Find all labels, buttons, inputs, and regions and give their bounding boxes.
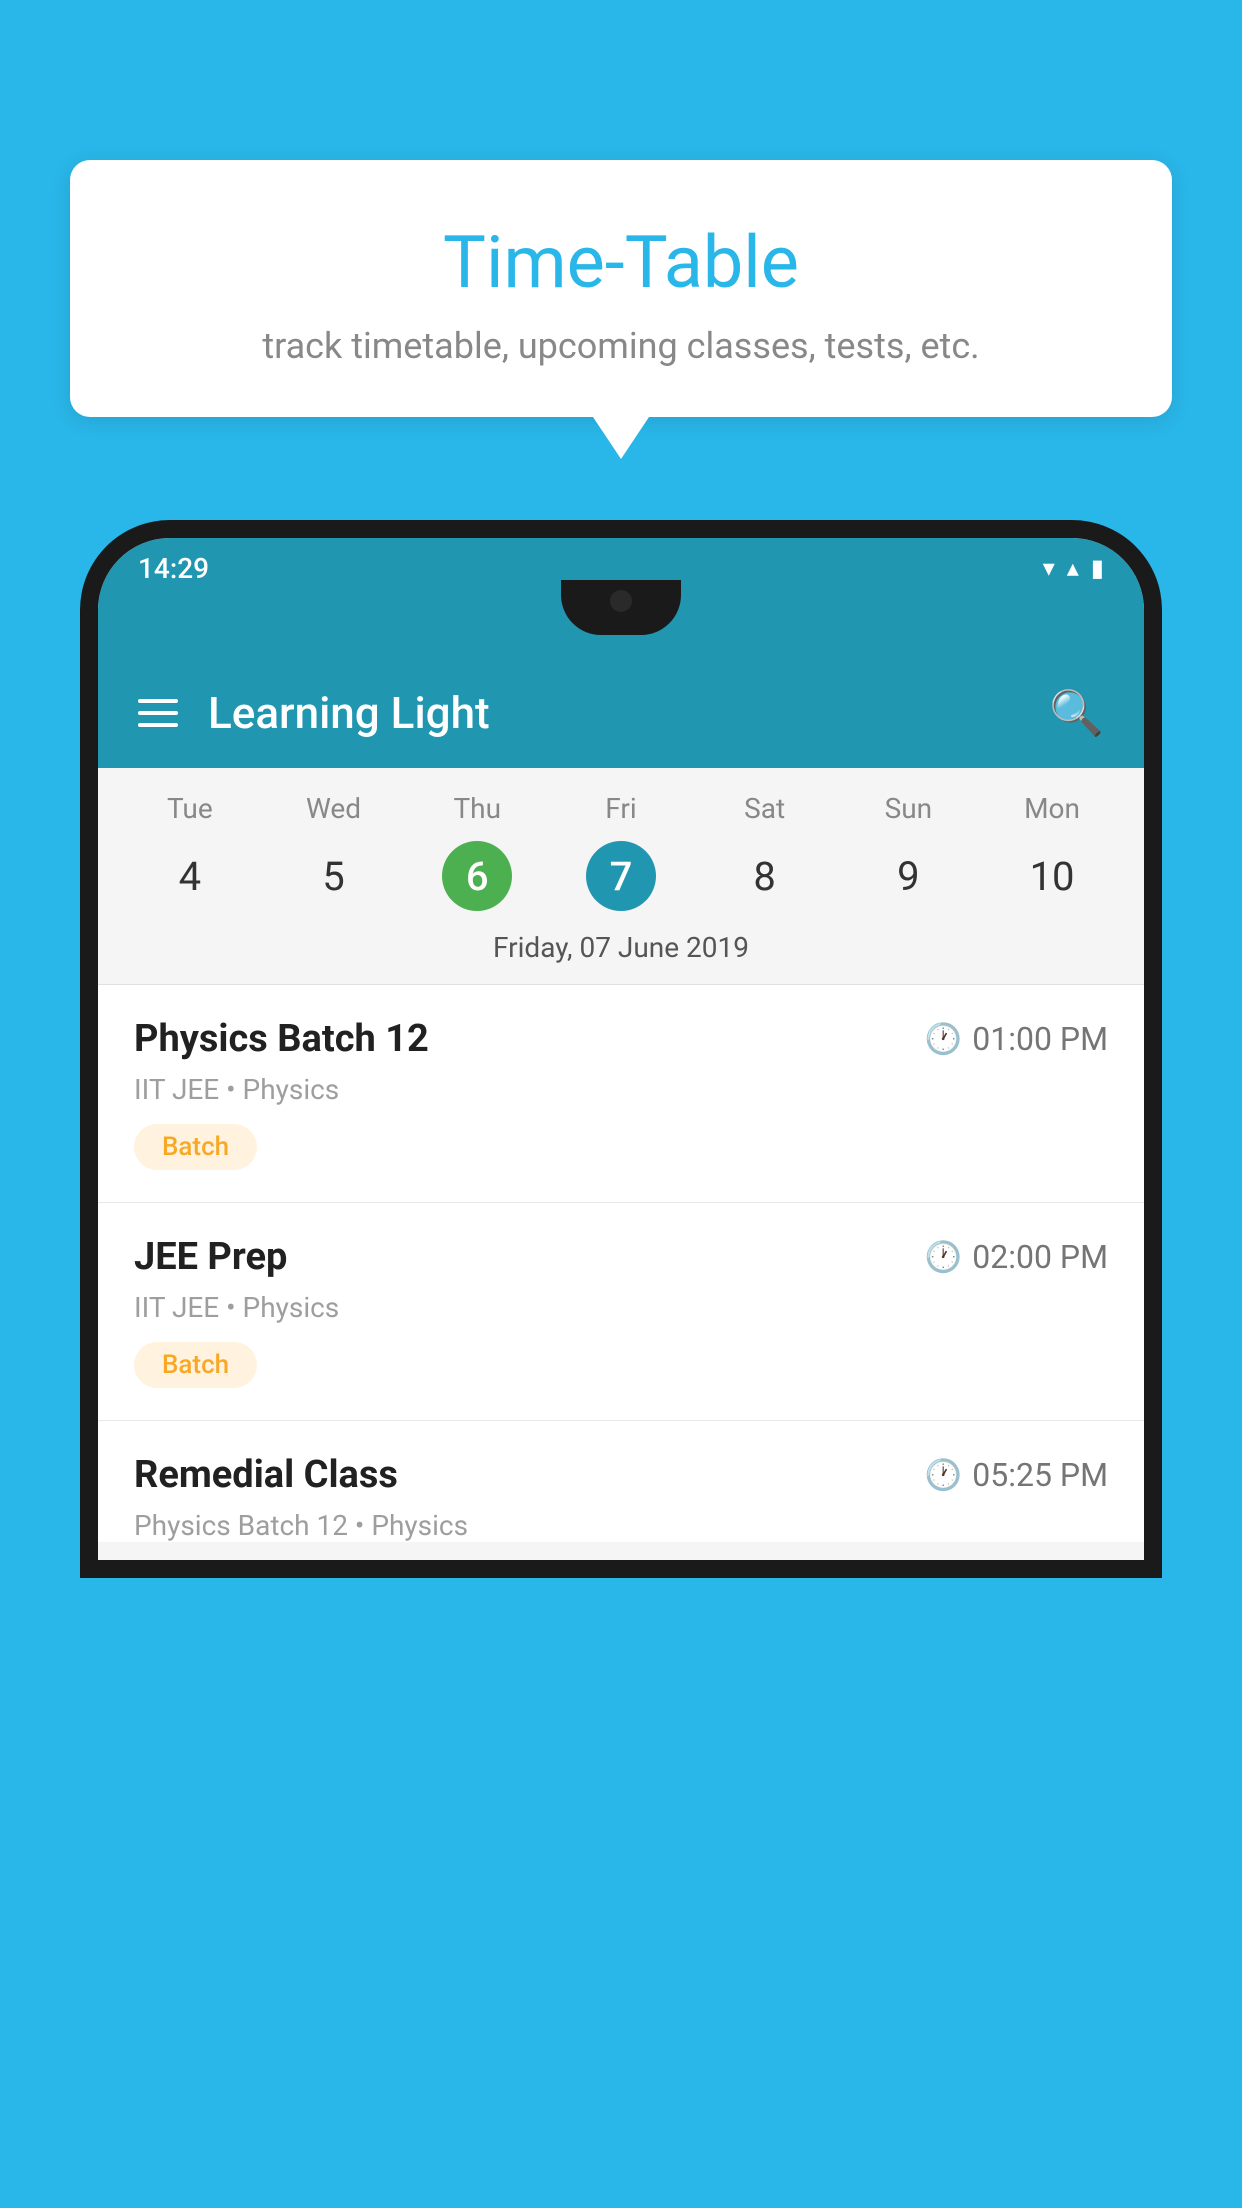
schedule-subtitle: IIT JEE • Physics	[134, 1291, 1108, 1324]
day-name: Tue	[167, 792, 213, 825]
notch-area	[98, 598, 1144, 658]
schedule-item[interactable]: JEE Prep 🕐 02:00 PM IIT JEE • Physics Batch	[98, 1203, 1144, 1421]
batch-badge: Batch	[134, 1342, 257, 1388]
signal-icon: ▴	[1067, 554, 1079, 582]
phone-frame: 14:29 ▾ ▴ ▮ Learning	[80, 520, 1162, 2208]
schedule-item-header: Physics Batch 12 🕐 01:00 PM	[134, 1017, 1108, 1061]
status-time: 14:29	[138, 552, 209, 585]
calendar-day-8[interactable]: Sat 8	[693, 792, 837, 911]
calendar-day-6[interactable]: Thu 6	[405, 792, 549, 911]
day-number[interactable]: 8	[730, 841, 800, 911]
schedule-list: Physics Batch 12 🕐 01:00 PM IIT JEE • Physi…	[98, 985, 1144, 1542]
schedule-time: 🕐 02:00 PM	[925, 1238, 1108, 1276]
schedule-title: JEE Prep	[134, 1235, 287, 1279]
days-header: Tue 4 Wed 5 Thu 6 Fri 7 Sat 8 Sun 9 Mon 10	[98, 792, 1144, 911]
day-number[interactable]: 7	[586, 841, 656, 911]
camera	[610, 590, 632, 612]
day-number[interactable]: 6	[442, 841, 512, 911]
wifi-icon: ▾	[1043, 554, 1055, 582]
calendar-day-7[interactable]: Fri 7	[549, 792, 693, 911]
clock-icon: 🕐	[925, 1240, 962, 1275]
day-number[interactable]: 9	[873, 841, 943, 911]
calendar-day-5[interactable]: Wed 5	[262, 792, 406, 911]
menu-button[interactable]	[138, 699, 178, 727]
schedule-title: Remedial Class	[134, 1453, 398, 1497]
day-name: Thu	[453, 792, 501, 825]
schedule-item[interactable]: Remedial Class 🕐 05:25 PM Physics Batch 12 …	[98, 1421, 1144, 1542]
bubble-subtitle: track timetable, upcoming classes, tests…	[110, 325, 1132, 367]
schedule-item-header: Remedial Class 🕐 05:25 PM	[134, 1453, 1108, 1497]
clock-icon: 🕐	[925, 1458, 962, 1493]
search-icon[interactable]: 🔍	[1049, 687, 1104, 739]
phone-screen: 14:29 ▾ ▴ ▮ Learning	[98, 538, 1144, 1560]
day-name: Wed	[306, 792, 361, 825]
app-bar: Learning Light 🔍	[98, 658, 1144, 768]
schedule-item[interactable]: Physics Batch 12 🕐 01:00 PM IIT JEE • Physi…	[98, 985, 1144, 1203]
calendar-day-4[interactable]: Tue 4	[118, 792, 262, 911]
schedule-subtitle: Physics Batch 12 • Physics	[134, 1509, 1108, 1542]
calendar-day-9[interactable]: Sun 9	[837, 792, 981, 911]
schedule-subtitle: IIT JEE • Physics	[134, 1073, 1108, 1106]
schedule-title: Physics Batch 12	[134, 1017, 429, 1061]
schedule-time-text: 01:00 PM	[972, 1020, 1108, 1058]
batch-badge: Batch	[134, 1124, 257, 1170]
day-number[interactable]: 10	[1017, 841, 1087, 911]
bubble-title: Time-Table	[110, 220, 1132, 305]
calendar-strip: Tue 4 Wed 5 Thu 6 Fri 7 Sat 8 Sun 9 Mon 10 Friday, 07…	[98, 768, 1144, 985]
speech-bubble-container: Time-Table track timetable, upcoming cla…	[70, 160, 1172, 417]
selected-date-label: Friday, 07 June 2019	[98, 911, 1144, 985]
day-number[interactable]: 4	[155, 841, 225, 911]
schedule-time-text: 02:00 PM	[972, 1238, 1108, 1276]
notch	[561, 580, 681, 635]
day-number[interactable]: 5	[299, 841, 369, 911]
calendar-day-10[interactable]: Mon 10	[980, 792, 1124, 911]
day-name: Sat	[744, 792, 785, 825]
schedule-item-header: JEE Prep 🕐 02:00 PM	[134, 1235, 1108, 1279]
schedule-time: 🕐 05:25 PM	[925, 1456, 1108, 1494]
clock-icon: 🕐	[925, 1022, 962, 1057]
day-name: Mon	[1024, 792, 1080, 825]
status-icons: ▾ ▴ ▮	[1043, 554, 1104, 582]
phone-outer: 14:29 ▾ ▴ ▮ Learning	[80, 520, 1162, 1578]
speech-bubble: Time-Table track timetable, upcoming cla…	[70, 160, 1172, 417]
app-title: Learning Light	[208, 687, 1049, 739]
schedule-time-text: 05:25 PM	[972, 1456, 1108, 1494]
battery-icon: ▮	[1091, 554, 1104, 582]
schedule-time: 🕐 01:00 PM	[925, 1020, 1108, 1058]
day-name: Sun	[885, 792, 933, 825]
day-name: Fri	[605, 792, 636, 825]
